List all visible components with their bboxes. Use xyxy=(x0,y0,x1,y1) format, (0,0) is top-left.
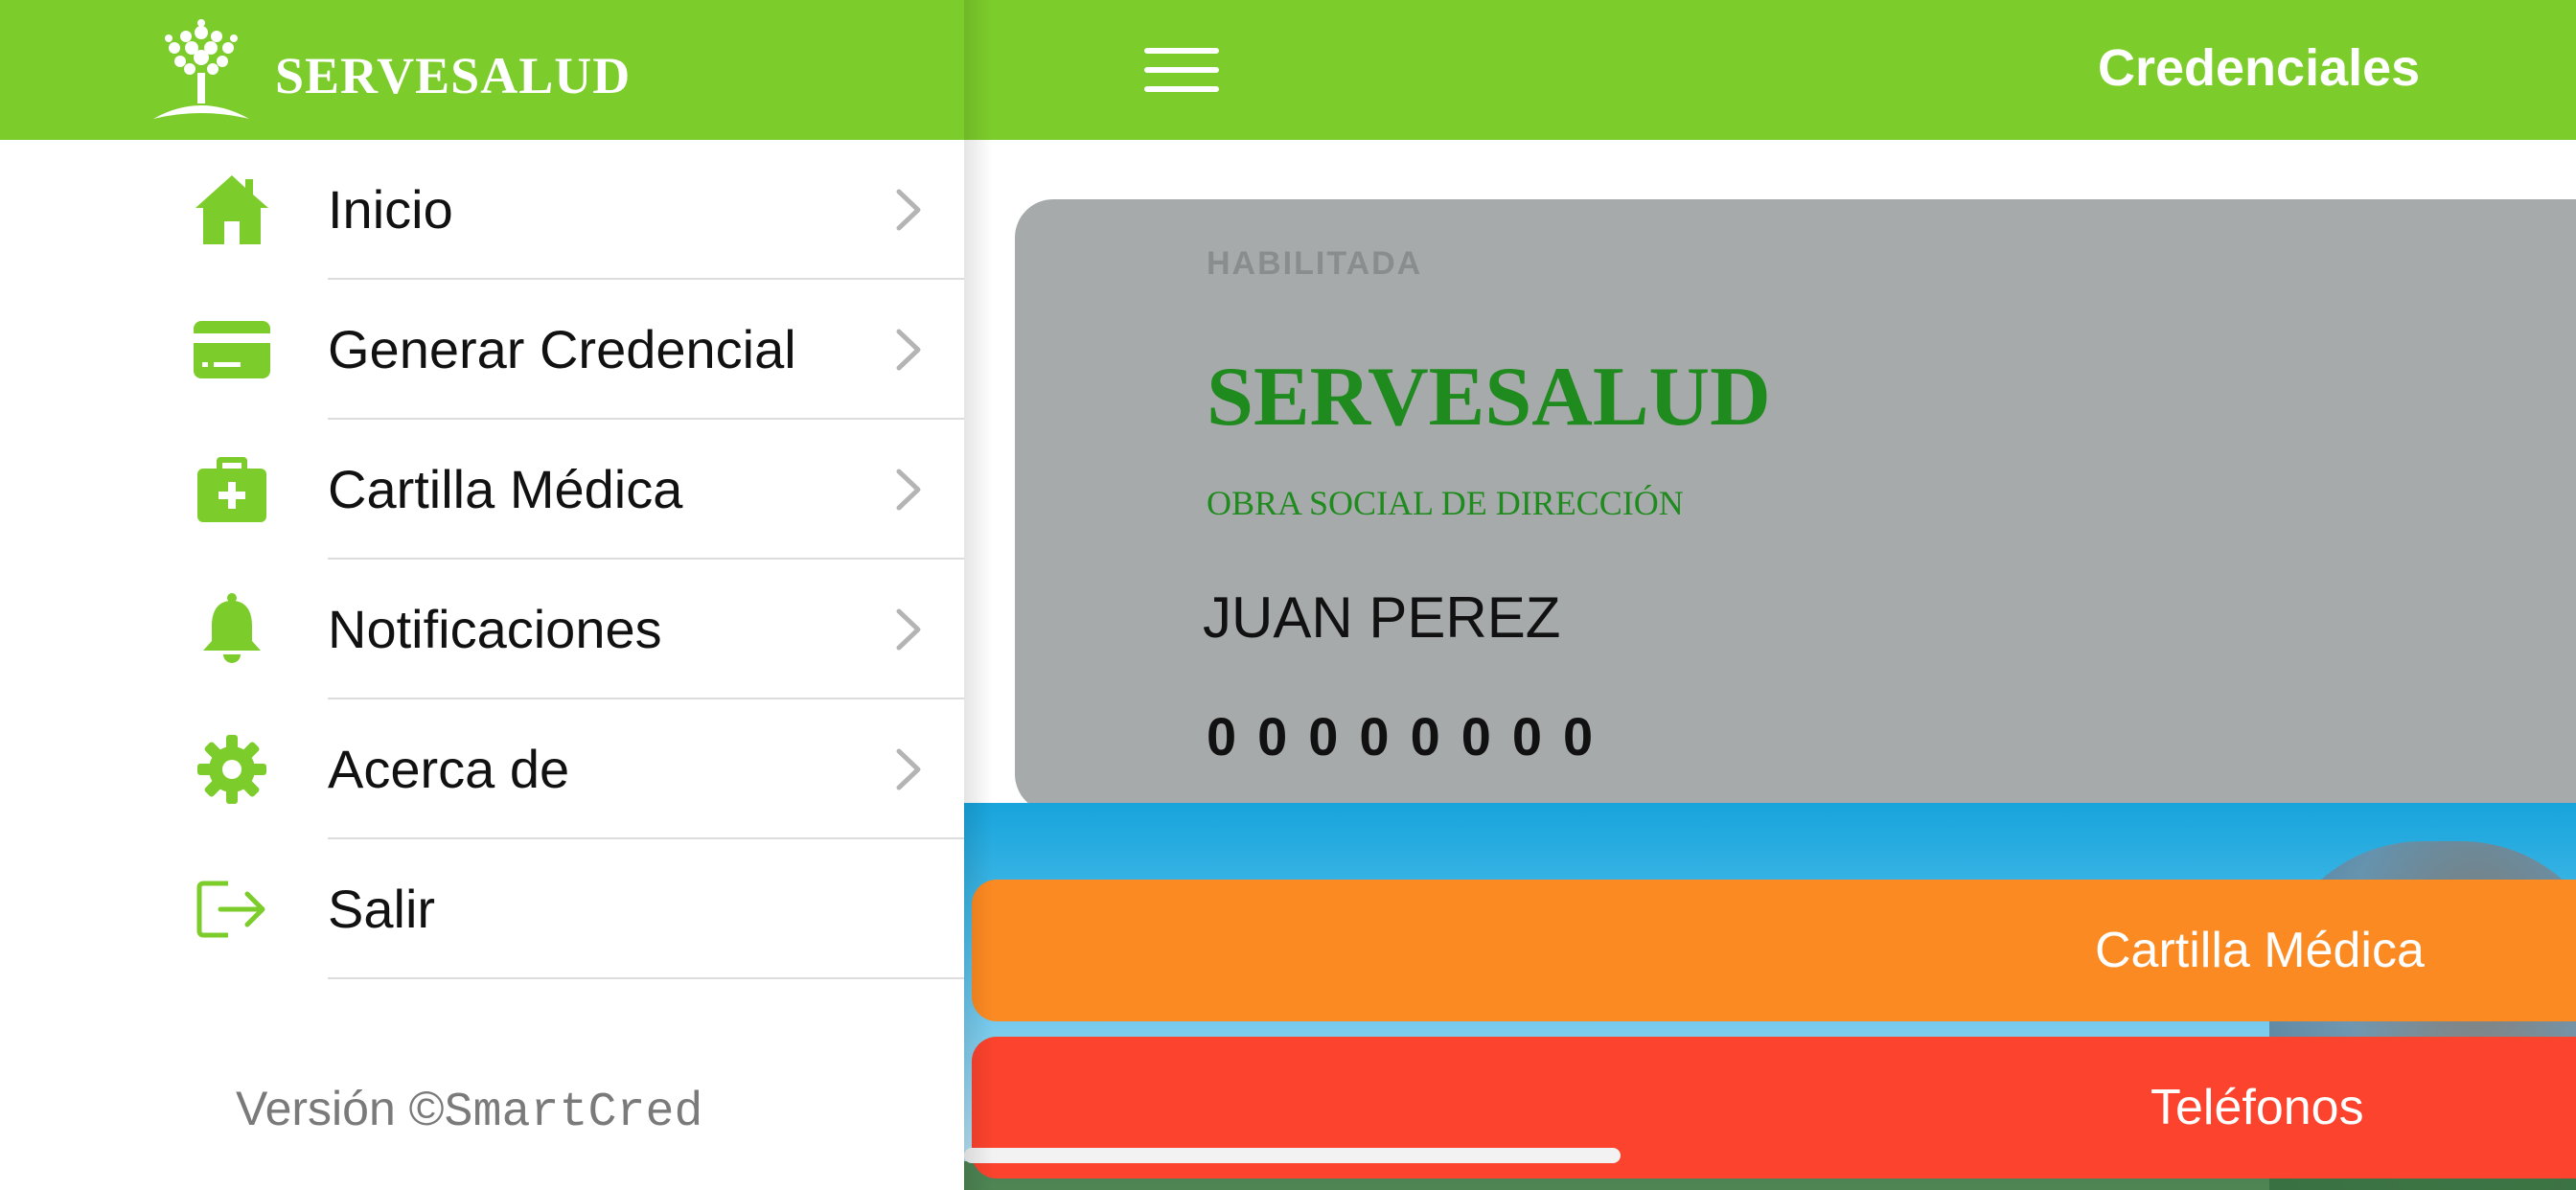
menu-item-acerca-de[interactable]: Acerca de xyxy=(0,699,964,839)
page-title: Credenciales xyxy=(2098,39,2421,97)
tree-logo-icon xyxy=(153,19,249,119)
top-bar: Credenciales xyxy=(964,0,2576,140)
servesalud-logo: SERVESALUD xyxy=(144,15,642,125)
menu-label: Salir xyxy=(328,879,436,939)
cartilla-medica-button[interactable]: Cartilla Médica xyxy=(972,880,2576,1021)
divider xyxy=(328,977,964,979)
card-subtitle: OBRA SOCIAL DE DIRECCIÓN xyxy=(1207,484,1684,522)
member-number: 00000000 xyxy=(1207,706,1615,767)
version-brand: SmartCred xyxy=(444,1086,703,1140)
chevron-right-icon xyxy=(896,469,921,511)
card-brand: SERVESALUD xyxy=(1207,351,1771,444)
menu-item-generar-credencial[interactable]: Generar Credencial xyxy=(0,280,964,420)
main-screen: Credenciales HABILITADA SERVESALUD OBRA … xyxy=(964,0,2576,1190)
logout-icon xyxy=(190,871,274,948)
credential-card: HABILITADA SERVESALUD OBRA SOCIAL DE DIR… xyxy=(1015,199,2576,812)
button-label: Cartilla Médica xyxy=(2095,923,2425,978)
home-indicator[interactable] xyxy=(964,1148,1621,1163)
chevron-right-icon xyxy=(896,608,921,651)
version-text: Versión ©SmartCred xyxy=(236,1081,703,1140)
menu-item-cartilla-medica[interactable]: Cartilla Médica xyxy=(0,420,964,560)
menu-label: Acerca de xyxy=(328,739,570,799)
menu-item-notificaciones[interactable]: Notificaciones xyxy=(0,560,964,699)
logo-text: SERVESALUD xyxy=(275,47,632,104)
home-icon xyxy=(190,172,274,248)
drawer-menu: Inicio Generar Credencial Cartilla Médic… xyxy=(0,140,964,979)
credit-card-icon xyxy=(190,311,274,388)
hamburger-menu-icon[interactable] xyxy=(1144,48,1221,94)
status-badge: HABILITADA xyxy=(1207,245,1423,282)
button-label: Teléfonos xyxy=(2150,1080,2364,1135)
chevron-right-icon xyxy=(896,329,921,371)
menu-item-salir[interactable]: Salir xyxy=(0,839,964,979)
medical-kit-icon xyxy=(190,451,274,528)
menu-label: Cartilla Médica xyxy=(328,459,683,519)
member-name: JUAN PEREZ xyxy=(1203,585,1561,650)
drawer-shadow xyxy=(964,0,993,1190)
bell-icon xyxy=(190,591,274,668)
version-prefix: Versión © xyxy=(236,1082,445,1135)
gear-icon xyxy=(190,731,274,808)
menu-label: Generar Credencial xyxy=(328,319,796,379)
menu-label: Notificaciones xyxy=(328,599,662,659)
menu-item-inicio[interactable]: Inicio xyxy=(0,140,964,280)
drawer-header: SERVESALUD xyxy=(0,0,964,140)
chevron-right-icon xyxy=(896,748,921,790)
chevron-right-icon xyxy=(896,189,921,231)
side-menu: SERVESALUD Inicio Generar Credencial Car… xyxy=(0,0,964,1190)
menu-label: Inicio xyxy=(328,179,453,240)
